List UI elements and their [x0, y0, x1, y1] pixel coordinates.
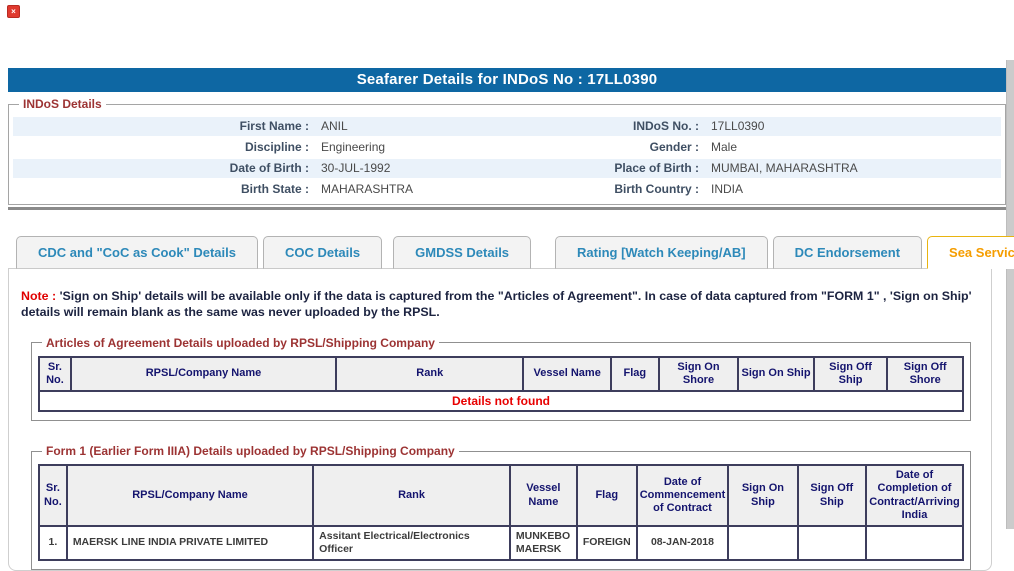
col-company: RPSL/Company Name [71, 357, 336, 391]
col-vessel: Vessel Name [523, 357, 611, 391]
details-not-found-message: Details not found [39, 391, 963, 411]
dob-label: Date of Birth : [13, 159, 313, 178]
vertical-scrollbar[interactable] [1006, 60, 1014, 529]
tab-bar: CDC and "CoC as Cook" Details COC Detail… [8, 236, 1006, 268]
discipline-value: Engineering [313, 138, 513, 157]
birth-country-label: Birth Country : [513, 180, 703, 199]
cell-rank: Assitant Electrical/Electronics Officer [313, 526, 510, 560]
col-sign-on-ship: Sign On Ship [738, 357, 814, 391]
tab-rating-watch-keeping[interactable]: Rating [Watch Keeping/AB] [555, 236, 768, 269]
form1-data-row: 1. MAERSK LINE INDIA PRIVATE LIMITED Ass… [39, 526, 963, 560]
place-of-birth-value: MUMBAI, MAHARASHTRA [703, 159, 1001, 178]
tab-gmdss-details[interactable]: GMDSS Details [393, 236, 531, 269]
col-vessel: Vessel Name [510, 465, 577, 526]
info-row-discipline: Discipline : Engineering Gender : Male [13, 138, 1001, 157]
first-name-label: First Name : [13, 117, 313, 136]
tab-sea-service-details[interactable]: Sea Service Details [927, 236, 1014, 269]
articles-empty-row: Details not found [39, 391, 963, 411]
indos-no-label: INDoS No. : [513, 117, 703, 136]
col-date-commencement: Date of Commencement of Contract [637, 465, 729, 526]
section-divider [8, 207, 1006, 210]
discipline-label: Discipline : [13, 138, 313, 157]
col-rank: Rank [336, 357, 523, 391]
place-of-birth-label: Place of Birth : [513, 159, 703, 178]
col-rank: Rank [313, 465, 510, 526]
cell-flag: FOREIGN [577, 526, 637, 560]
articles-of-agreement-fieldset: Articles of Agreement Details uploaded b… [31, 336, 971, 421]
info-row-birth: Date of Birth : 30-JUL-1992 Place of Bir… [13, 159, 1001, 178]
first-name-value: ANIL [313, 117, 513, 136]
articles-legend: Articles of Agreement Details uploaded b… [42, 336, 439, 350]
birth-country-value: INDIA [703, 180, 1001, 199]
col-company: RPSL/Company Name [67, 465, 313, 526]
cell-vessel: MUNKEBO MAERSK [510, 526, 577, 560]
gender-value: Male [703, 138, 1001, 157]
indos-no-value: 17LL0390 [703, 117, 1001, 136]
form1-legend: Form 1 (Earlier Form IIIA) Details uploa… [42, 444, 459, 458]
info-row-name: First Name : ANIL INDoS No. : 17LL0390 [13, 117, 1001, 136]
note-text: Note : 'Sign on Ship' details will be av… [21, 288, 979, 321]
sea-service-panel: Note : 'Sign on Ship' details will be av… [8, 268, 992, 571]
info-row-state: Birth State : MAHARASHTRA Birth Country … [13, 180, 1001, 199]
cell-sr-no: 1. [39, 526, 67, 560]
cell-sign-off-ship [798, 526, 866, 560]
form1-fieldset: Form 1 (Earlier Form IIIA) Details uploa… [31, 444, 971, 570]
cell-date-completion [866, 526, 963, 560]
cell-sign-on-ship [728, 526, 797, 560]
dob-value: 30-JUL-1992 [313, 159, 513, 178]
tab-dc-endorsement[interactable]: DC Endorsement [773, 236, 922, 269]
note-label: Note : [21, 289, 56, 303]
col-sr-no: Sr. No. [39, 465, 67, 526]
indos-details-legend: INDoS Details [19, 97, 106, 111]
birth-state-label: Birth State : [13, 180, 313, 199]
tab-cdc-coc-cook-details[interactable]: CDC and "CoC as Cook" Details [16, 236, 258, 269]
col-sign-on-shore: Sign On Shore [659, 357, 739, 391]
form1-table: Sr. No. RPSL/Company Name Rank Vessel Na… [38, 464, 964, 561]
note-body: 'Sign on Ship' details will be available… [21, 289, 972, 319]
articles-header-row: Sr. No. RPSL/Company Name Rank Vessel Na… [39, 357, 963, 391]
col-flag: Flag [611, 357, 659, 391]
gender-label: Gender : [513, 138, 703, 157]
form1-header-row: Sr. No. RPSL/Company Name Rank Vessel Na… [39, 465, 963, 526]
cell-company: MAERSK LINE INDIA PRIVATE LIMITED [67, 526, 313, 560]
col-sign-on-ship: Sign On Ship [728, 465, 797, 526]
col-sign-off-ship: Sign Off Ship [798, 465, 866, 526]
page-title: Seafarer Details for INDoS No : 17LL0390 [8, 68, 1006, 92]
col-sr-no: Sr. No. [39, 357, 71, 391]
tab-coc-details[interactable]: COC Details [263, 236, 382, 269]
indos-details-fieldset: INDoS Details First Name : ANIL INDoS No… [8, 97, 1006, 205]
broken-image-icon: × [7, 5, 20, 18]
cell-date-commencement: 08-JAN-2018 [637, 526, 729, 560]
birth-state-value: MAHARASHTRA [313, 180, 513, 199]
col-date-completion: Date of Completion of Contract/Arriving … [866, 465, 963, 526]
articles-table: Sr. No. RPSL/Company Name Rank Vessel Na… [38, 356, 964, 412]
col-sign-off-ship: Sign Off Ship [814, 357, 888, 391]
col-sign-off-shore: Sign Off Shore [887, 357, 963, 391]
col-flag: Flag [577, 465, 637, 526]
main-content: Seafarer Details for INDoS No : 17LL0390… [8, 68, 1006, 571]
